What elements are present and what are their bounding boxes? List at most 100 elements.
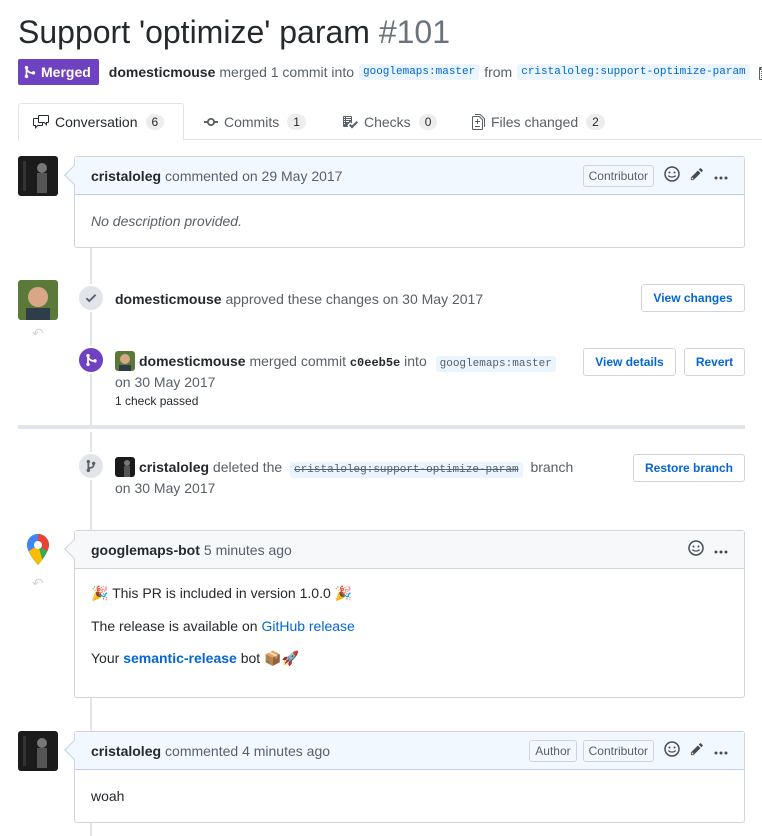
file-diff-icon [472,113,485,130]
merge-branch[interactable]: googlemaps:master [435,356,556,372]
avatar-domesticmouse[interactable] [18,280,58,320]
pr-number: #101 [378,14,451,50]
merge-text: merged commit [249,353,346,369]
avatar-domesticmouse-small[interactable] [115,351,135,371]
party-emoji: 🎉 [334,585,353,601]
tab-conversation-label: Conversation [55,114,138,130]
github-release-link[interactable]: GitHub release [261,618,354,634]
tab-files-label: Files changed [491,113,579,130]
clipboard-icon[interactable] [758,64,762,80]
smiley-icon[interactable] [688,540,704,559]
tab-checks[interactable]: Checks 0 [328,103,451,140]
package-rocket-emoji: 📦🚀 [264,650,299,666]
comment-body: woah [91,788,125,804]
semantic-release-link[interactable]: semantic-release [123,650,237,666]
reply-icon: ↶ [32,325,44,341]
view-details-button[interactable]: View details [583,348,676,376]
comment-header: cristaloleg commented 4 minutes ago Auth… [64,732,744,770]
tab-checks-count: 0 [418,113,438,130]
release-prefix: The release is available on [91,618,258,634]
signature-suffix: bot [240,650,261,666]
avatar-googlemaps-bot[interactable] [18,530,58,570]
tab-commits[interactable]: Commits 1 [190,103,320,140]
pr-meta: Merged domesticmouse merged 1 commit int… [18,59,762,85]
merge-text: merged 1 commit into [219,64,354,80]
pencil-icon[interactable] [690,167,704,184]
restore-branch-button[interactable]: Restore branch [633,454,745,482]
state-badge: Merged [18,59,99,85]
merge-author[interactable]: domesticmouse [139,353,246,369]
git-branch-icon [77,452,105,480]
comment-caret [64,740,84,760]
comment-timestamp[interactable]: commented on 29 May 2017 [165,168,342,184]
comment-author[interactable]: cristaloleg [91,168,161,184]
comment-box: cristaloleg commented on 29 May 2017 Con… [64,156,745,248]
release-text: This PR is included in version 1.0.0 [112,585,331,601]
tab-files-changed[interactable]: Files changed 2 [458,103,619,140]
smiley-icon[interactable] [664,166,680,185]
comment-timestamp[interactable]: 5 minutes ago [204,542,292,558]
comment-header: cristaloleg commented on 29 May 2017 Con… [64,157,744,195]
tab-checks-label: Checks [364,113,411,130]
signature-prefix: Your [91,650,120,666]
comment-header: googlemaps-bot 5 minutes ago [64,531,744,569]
comment-author[interactable]: googlemaps-bot [91,542,200,558]
tab-conversation-count: 6 [145,114,165,130]
avatar-cristaloleg[interactable] [18,731,58,771]
review-author[interactable]: domesticmouse [115,291,222,307]
pr-tabs: Conversation 6 Commits 1 Checks 0 Files … [18,103,762,141]
tab-conversation[interactable]: Conversation 6 [18,103,184,141]
comment-body: No description provided. [91,213,242,229]
base-branch[interactable]: googlemaps:master [359,64,480,80]
comment-caret [64,539,84,559]
comment-discussion-icon [33,115,49,129]
delete-branch-event: cristaloleg deleted the cristaloleg:supp… [115,457,574,478]
tab-files-count: 2 [586,113,605,130]
merge-date[interactable]: on 30 May 2017 [115,374,215,390]
pr-title: Support 'optimize' param #101 [18,14,450,51]
merger-link[interactable]: domesticmouse [109,64,216,80]
from-text: from [484,64,513,80]
comment-author[interactable]: cristaloleg [91,743,161,759]
state-label: Merged [41,64,91,80]
head-branch[interactable]: cristaloleg:support-optimize-param [517,64,750,80]
delete-date[interactable]: on 30 May 2017 [115,480,215,496]
kebab-horizontal-icon[interactable] [714,542,728,558]
merge-into: into [404,353,427,369]
comment-actions [688,540,728,559]
commit-sha[interactable]: c0eeb5e [350,356,400,370]
party-emoji: 🎉 [91,585,109,601]
delete-suffix: branch [530,459,574,475]
tab-commits-count: 1 [287,113,306,130]
review-event: domesticmouse approved these changes on … [115,291,483,307]
git-merge-icon [24,65,36,79]
pr-title-text: Support 'optimize' param [18,14,370,50]
bot-comment-box: googlemaps-bot 5 minutes ago 🎉 This PR i… [64,530,745,698]
comment-box: cristaloleg commented 4 minutes ago Auth… [64,731,745,823]
review-text: approved these changes on 30 May 2017 [225,291,484,307]
delete-author[interactable]: cristaloleg [139,459,209,475]
avatar-cristaloleg-small[interactable] [115,457,135,477]
view-changes-button[interactable]: View changes [641,284,745,312]
smiley-icon[interactable] [664,741,680,760]
kebab-horizontal-icon[interactable] [714,168,728,184]
release-line: 🎉 This PR is included in version 1.0.0 🎉 [91,585,728,602]
comment-caret [64,165,84,185]
comment-actions: Contributor [582,164,728,187]
revert-button[interactable]: Revert [684,348,745,376]
reply-icon: ↶ [32,575,44,591]
timeline-rail [90,247,92,425]
checklist-icon [343,115,358,128]
author-label: Author [529,739,577,762]
release-link-line: The release is available on GitHub relea… [91,618,728,634]
comment-timestamp[interactable]: commented 4 minutes ago [165,743,330,759]
pencil-icon[interactable] [690,742,704,759]
delete-text: deleted the [212,459,283,475]
avatar-cristaloleg[interactable] [18,156,58,196]
deleted-branch: cristaloleg:support-optimize-param [290,462,523,478]
kebab-horizontal-icon[interactable] [714,743,728,759]
comment-actions: Author Contributor [529,739,728,762]
check-icon [77,284,105,312]
checks-status[interactable]: 1 check passed [115,394,198,408]
merge-event: domesticmouse merged commit c0eeb5e into… [115,351,561,372]
